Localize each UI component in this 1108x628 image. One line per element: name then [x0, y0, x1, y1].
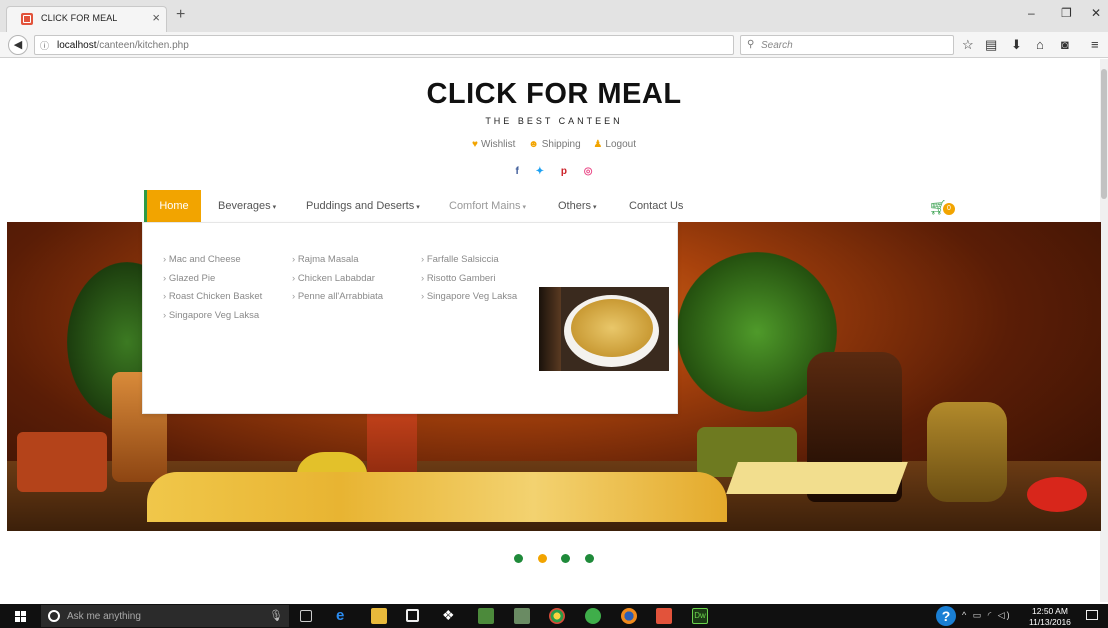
cortana-icon: [48, 610, 60, 622]
carousel-dot-2-active[interactable]: [537, 554, 547, 563]
search-placeholder: Search: [761, 40, 793, 51]
menu-home[interactable]: Home: [144, 190, 201, 222]
restore-button[interactable]: ❐: [1061, 6, 1072, 20]
hero-cheese: [726, 462, 908, 494]
new-tab-button[interactable]: +: [176, 7, 185, 23]
pinterest-icon[interactable]: p: [561, 166, 567, 177]
help-icon[interactable]: ?: [936, 606, 956, 626]
caret-down-icon: ▾: [416, 204, 420, 211]
facebook-icon[interactable]: f: [516, 166, 519, 177]
heart-icon: ♥: [472, 139, 478, 150]
search-bar[interactable]: ⚲ Search: [740, 35, 954, 55]
carousel-dot-1[interactable]: [514, 554, 524, 563]
file-explorer-icon[interactable]: [371, 608, 387, 624]
reading-list-icon[interactable]: ▤: [985, 37, 997, 53]
firefox-icon[interactable]: [621, 608, 637, 624]
menu-link-roast-chicken-basket[interactable]: Roast Chicken Basket: [163, 288, 262, 307]
edge-icon[interactable]: e: [336, 607, 352, 624]
mac-and-cheese-image[interactable]: [539, 287, 669, 371]
hero-spice-jar: [17, 432, 107, 492]
shipping-link[interactable]: ☻ Shipping: [528, 139, 580, 150]
menu-link-chicken-lababdar[interactable]: Chicken Lababdar: [292, 270, 383, 289]
user-links: ♥ Wishlist ☻ Shipping ♟ Logout: [0, 139, 1108, 150]
hero-tomato: [1027, 477, 1087, 512]
pocket-icon[interactable]: ◙: [1061, 37, 1069, 52]
person-icon: ♟: [593, 139, 603, 150]
back-arrow-icon[interactable]: ◀: [8, 35, 28, 55]
menu-icon[interactable]: ≡: [1091, 37, 1099, 52]
tab-title: CLICK FOR MEAL: [41, 13, 118, 23]
browser-navbar: ◀ ⓘ localhost/canteen/kitchen.php ↻ ⚲ Se…: [0, 32, 1108, 58]
chrome-icon[interactable]: [549, 608, 565, 624]
clock-date[interactable]: 11/13/2016: [1029, 617, 1071, 627]
address-bar[interactable]: ⓘ localhost/canteen/kitchen.php ↻: [34, 35, 761, 55]
minimize-button[interactable]: –: [1028, 6, 1035, 20]
twitter-icon[interactable]: ✦: [536, 166, 544, 177]
site-favicon-icon: [21, 13, 33, 25]
menu-link-mac-and-cheese[interactable]: Mac and Cheese: [163, 251, 262, 270]
cortana-placeholder: Ask me anything: [67, 611, 141, 622]
app-icon[interactable]: [514, 608, 530, 624]
menu-others[interactable]: Others ▾: [558, 190, 597, 222]
photos-app-icon[interactable]: [478, 608, 494, 624]
menu-link-singapore-veg-laksa-2[interactable]: Singapore Veg Laksa: [421, 288, 517, 307]
menu-link-rajma-masala[interactable]: Rajma Masala: [292, 251, 383, 270]
task-view-icon[interactable]: [300, 610, 312, 622]
cortana-search-box[interactable]: Ask me anything 🎙︎: [41, 605, 289, 627]
menu-link-risotto-gamberi[interactable]: Risotto Gamberi: [421, 270, 517, 289]
site-title: CLICK FOR MEAL: [426, 78, 682, 110]
site-subtitle: THE BEST CANTEEN: [485, 116, 623, 126]
carousel-indicators: [0, 550, 1108, 568]
notification-center-icon[interactable]: [1086, 610, 1098, 620]
site-info-icon[interactable]: ⓘ: [40, 39, 49, 52]
dreamweaver-icon[interactable]: Dw: [692, 608, 708, 624]
menu-link-farfalle-salsiccia[interactable]: Farfalle Salsiccia: [421, 251, 517, 270]
wishlist-link[interactable]: ♥ Wishlist: [472, 139, 515, 150]
carousel-dot-3[interactable]: [561, 554, 571, 563]
dropdown-column-3: Farfalle Salsiccia Risotto Gamberi Singa…: [421, 251, 517, 307]
url-text[interactable]: localhost/canteen/kitchen.php: [57, 40, 189, 51]
browser-tabbar: CLICK FOR MEAL × + – ❐ ✕: [0, 0, 1108, 32]
caret-down-icon: ▾: [272, 204, 277, 211]
menu-contact-us[interactable]: Contact Us: [629, 190, 683, 222]
cart-count-badge: 0: [943, 203, 955, 215]
menu-puddings-and-deserts[interactable]: Puddings and Deserts ▾: [306, 190, 420, 222]
close-tab-icon[interactable]: ×: [152, 10, 160, 25]
download-icon[interactable]: ⬇: [1011, 37, 1022, 53]
menu-link-singapore-veg-laksa[interactable]: Singapore Veg Laksa: [163, 307, 262, 326]
whatsapp-icon[interactable]: [585, 608, 601, 624]
dropdown-column-1: Mac and Cheese Glazed Pie Roast Chicken …: [163, 251, 262, 325]
search-icon: ⚲: [747, 39, 755, 50]
dropbox-icon[interactable]: ❖: [442, 607, 458, 623]
caret-down-icon: ▾: [522, 204, 527, 211]
caret-down-icon: ▾: [593, 204, 597, 211]
hero-oil-jar: [927, 402, 1007, 502]
bookmark-star-icon[interactable]: ☆: [962, 37, 974, 53]
system-tray-icons[interactable]: ^ ▭ ◜ ◁): [962, 610, 1012, 621]
dribbble-icon[interactable]: ◎: [584, 166, 593, 177]
clock-time[interactable]: 12:50 AM: [1032, 606, 1068, 616]
social-links: f ✦ p ◎: [0, 166, 1108, 177]
close-window-button[interactable]: ✕: [1091, 6, 1101, 20]
menu-beverages[interactable]: Beverages ▾: [218, 190, 276, 222]
menu-link-penne-arrabbiata[interactable]: Penne all'Arrabbiata: [292, 288, 383, 307]
browser-tab[interactable]: CLICK FOR MEAL ×: [6, 6, 167, 32]
windows-start-icon[interactable]: [15, 611, 26, 622]
store-icon[interactable]: [406, 609, 419, 622]
main-menu: Home Beverages ▾ Puddings and Deserts ▾ Co…: [144, 190, 964, 222]
comfort-mains-dropdown: Mac and Cheese Glazed Pie Roast Chicken …: [142, 222, 678, 414]
menu-comfort-mains[interactable]: Comfort Mains ▾: [449, 190, 526, 222]
microphone-icon[interactable]: 🎙︎: [269, 609, 283, 622]
menu-link-glazed-pie[interactable]: Glazed Pie: [163, 270, 262, 289]
logout-link[interactable]: ♟ Logout: [593, 139, 636, 150]
user-icon: ☻: [528, 139, 539, 150]
home-icon[interactable]: ⌂: [1036, 37, 1044, 52]
dropdown-column-2: Rajma Masala Chicken Lababdar Penne all'…: [292, 251, 383, 307]
hero-pasta: [147, 472, 727, 522]
carousel-dot-4[interactable]: [584, 554, 594, 563]
xampp-icon[interactable]: [656, 608, 672, 624]
